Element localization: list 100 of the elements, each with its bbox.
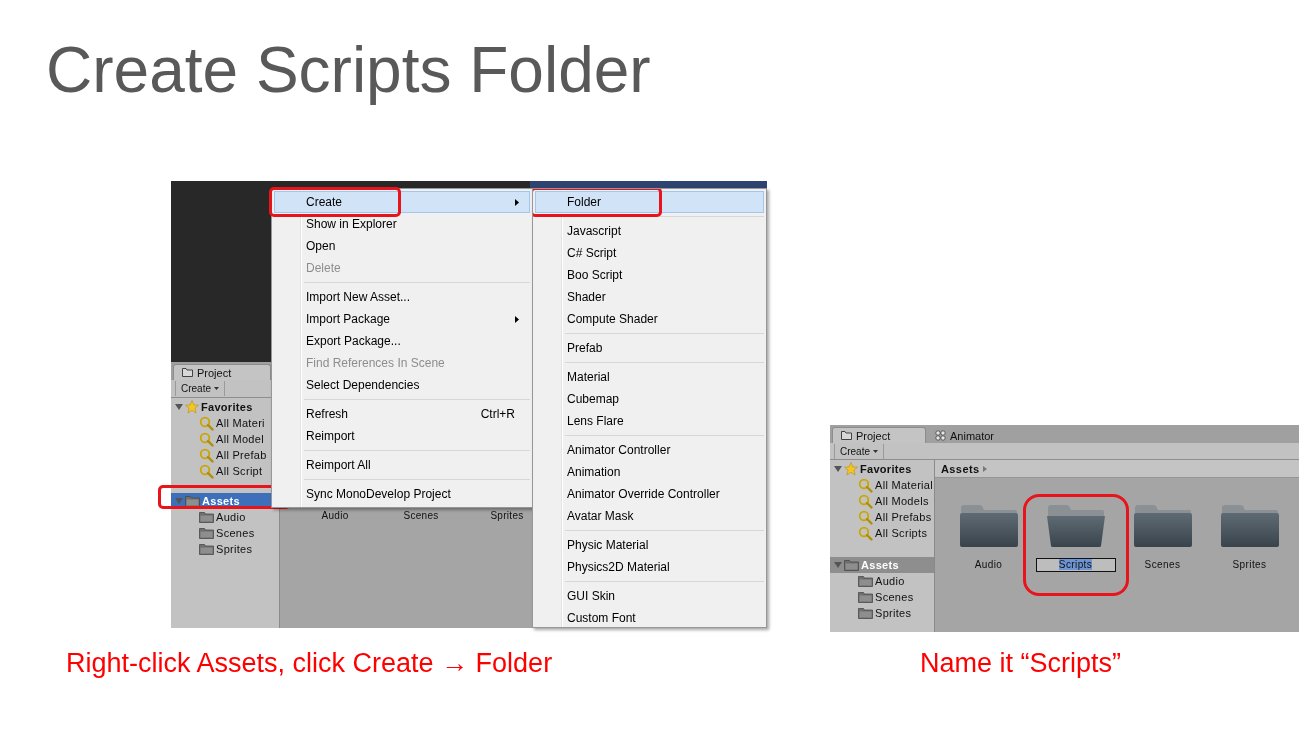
tree-label: All Prefab <box>216 449 267 461</box>
search-icon <box>199 431 214 447</box>
expanded-triangle-icon[interactable] <box>834 561 842 569</box>
tree-label: All Script <box>216 465 263 477</box>
tree-item[interactable]: Audio <box>171 509 279 525</box>
open-folder-icon[interactable] <box>1045 504 1106 548</box>
rename-field[interactable]: Scripts <box>1035 558 1116 572</box>
menu-item[interactable]: Animation <box>535 461 764 483</box>
tree-label: All Model <box>216 433 264 445</box>
folder-label: Sprites <box>489 510 525 521</box>
folder-icon <box>858 591 873 603</box>
menu-item[interactable]: Physics2D Material <box>535 556 764 578</box>
submenu-arrow-icon <box>515 315 519 323</box>
tree-item[interactable]: All Material <box>830 477 934 493</box>
tree-label: All Material <box>875 479 933 491</box>
tree-label: All Models <box>875 495 929 507</box>
folder-icon <box>844 559 859 571</box>
tree-label: Scenes <box>875 591 914 603</box>
search-icon <box>858 493 873 509</box>
folder-icon[interactable] <box>958 504 1019 548</box>
star-icon <box>185 400 199 414</box>
folder-icon <box>199 543 214 555</box>
folder-icon <box>185 495 200 507</box>
caret-icon <box>214 387 219 390</box>
folder-label: Audio <box>974 558 1003 572</box>
folder-icon <box>858 575 873 587</box>
menu-item[interactable]: Animator Override Controller <box>535 483 764 505</box>
menu-item[interactable]: Open <box>274 235 530 257</box>
shortcut-label: Ctrl+R <box>480 407 515 421</box>
folder-icon <box>199 527 214 539</box>
create-dropdown[interactable]: Create <box>834 443 884 459</box>
tree-item[interactable]: Audio <box>830 573 934 589</box>
menu-item[interactable]: Material <box>535 366 764 388</box>
tab[interactable]: Project <box>173 364 271 380</box>
menu-item[interactable]: Import New Asset... <box>274 286 530 308</box>
menu-item[interactable]: Import Package <box>274 308 530 330</box>
search-icon <box>858 509 873 525</box>
tree-label: All Scripts <box>875 527 928 539</box>
tree-label: Audio <box>875 575 905 587</box>
menu-item[interactable]: C# Script <box>535 242 764 264</box>
tree-item[interactable]: All Prefabs <box>830 509 934 525</box>
search-icon <box>199 447 214 463</box>
menu-item[interactable]: Shader <box>535 286 764 308</box>
submenu-arrow-icon <box>515 198 519 206</box>
tree-item[interactable]: All Scripts <box>830 525 934 541</box>
caption: Name it “Scripts” <box>920 648 1122 679</box>
tree-label: Assets <box>202 495 240 507</box>
star-icon <box>844 462 858 476</box>
tree-label: Sprites <box>875 607 912 619</box>
breadcrumb[interactable]: Assets <box>941 462 980 475</box>
folder-label: Scenes <box>1144 558 1181 572</box>
create-dropdown[interactable]: Create <box>175 381 225 396</box>
menu-item[interactable]: Physic Material <box>535 534 764 556</box>
folder-icon <box>199 511 214 523</box>
menu-item[interactable]: Cubemap <box>535 388 764 410</box>
tree-item[interactable]: Favorites <box>830 461 934 477</box>
search-icon <box>858 477 873 493</box>
folder-label: Audio <box>320 510 350 521</box>
folder-tile[interactable]: Sprites <box>1206 504 1293 596</box>
menu-item[interactable]: Custom Font <box>535 607 764 627</box>
tree-label: Assets <box>861 559 899 571</box>
menu-item[interactable]: GUI Skin <box>535 585 764 607</box>
menu-item[interactable]: Export Package... <box>274 330 530 352</box>
menu-item[interactable]: Lens Flare <box>535 410 764 432</box>
breadcrumb-arrow-icon <box>983 465 988 472</box>
folder-icon[interactable] <box>1132 504 1193 548</box>
tree-label: Sprites <box>216 543 253 555</box>
folder-icon[interactable] <box>1219 504 1280 548</box>
menu-item[interactable]: Prefab <box>535 337 764 359</box>
tree-label: All Materi <box>216 417 265 429</box>
menu-item[interactable]: Compute Shader <box>535 308 764 330</box>
menu-item[interactable]: Avatar Mask <box>535 505 764 527</box>
expanded-triangle-icon[interactable] <box>175 403 183 411</box>
tree-label: All Prefabs <box>875 511 932 523</box>
tab[interactable]: Animator <box>926 427 1020 443</box>
search-icon <box>858 525 873 541</box>
tree-label: Scenes <box>216 527 255 539</box>
tree-item[interactable]: All Models <box>830 493 934 509</box>
menu-item[interactable]: Boo Script <box>535 264 764 286</box>
tab[interactable]: Project <box>832 427 926 443</box>
folder-label: Sprites <box>1232 558 1267 572</box>
tree-item[interactable]: Sprites <box>171 541 279 557</box>
folder-icon <box>182 368 193 377</box>
menu-item[interactable]: Select Dependencies <box>274 374 530 396</box>
folder-label: Scenes <box>402 510 440 521</box>
menu-item[interactable]: Javascript <box>535 220 764 242</box>
folder-icon <box>841 431 852 440</box>
caption: Right-click Assets, click Create → Folder <box>66 648 553 679</box>
menu-item[interactable]: Animator Controller <box>535 439 764 461</box>
tree-item[interactable]: Scenes <box>171 525 279 541</box>
search-icon <box>199 463 214 479</box>
folder-icon <box>858 607 873 619</box>
expanded-triangle-icon[interactable] <box>834 465 842 473</box>
nodes-icon <box>935 430 946 441</box>
tree-label: Audio <box>216 511 246 523</box>
menu-item[interactable]: Show in Explorer <box>274 213 530 235</box>
tree-label: Favorites <box>860 463 912 475</box>
folder-tile[interactable]: Scripts <box>1022 494 1129 596</box>
tree-item[interactable]: Sprites <box>830 605 934 621</box>
tree-item[interactable]: Scenes <box>830 589 934 605</box>
